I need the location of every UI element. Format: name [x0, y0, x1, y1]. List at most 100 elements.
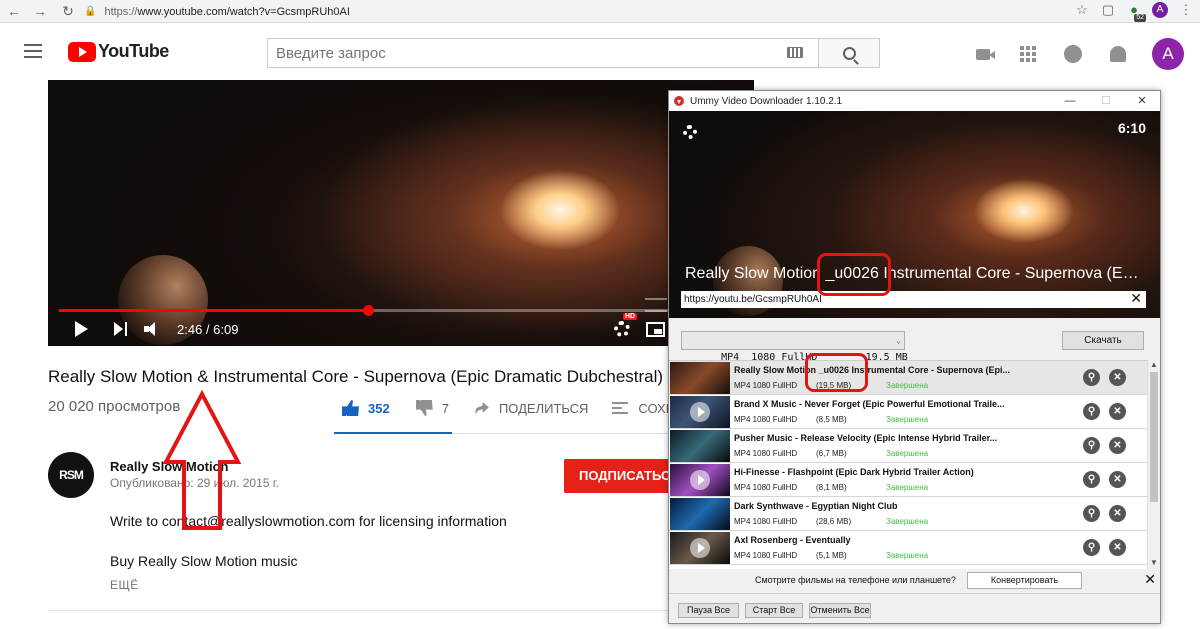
item-size: (8,1 MB)	[816, 483, 847, 492]
remove-item-button[interactable]: ✕	[1109, 369, 1126, 386]
promo-text: Смотрите фильмы на телефоне или планшете…	[755, 575, 956, 585]
scroll-down-icon[interactable]: ▼	[1150, 558, 1158, 567]
remove-item-button[interactable]: ✕	[1109, 505, 1126, 522]
browser-profile-avatar[interactable]: A	[1152, 2, 1168, 18]
forward-icon[interactable]: →	[30, 1, 50, 21]
share-button[interactable]: ПОДЕЛИТЬСЯ	[474, 401, 588, 416]
apps-button[interactable]	[1017, 43, 1039, 65]
search-icon	[842, 46, 856, 60]
list-scrollbar[interactable]: ▲ ▼	[1147, 360, 1160, 569]
close-promo-icon[interactable]: ✕	[1144, 571, 1156, 588]
menu-dots-icon[interactable]: ⋮	[1178, 2, 1194, 18]
video-player[interactable]: 2:46 / 6:09 HD	[48, 80, 754, 346]
play-button[interactable]	[75, 320, 88, 338]
search-input[interactable]	[267, 38, 818, 68]
shield-extension-icon[interactable]: ● 52	[1126, 2, 1146, 22]
hamburger-menu-icon[interactable]	[24, 44, 42, 58]
scrollbar-thumb[interactable]	[1150, 372, 1158, 502]
lock-icon: 🔒	[84, 6, 97, 17]
open-folder-button[interactable]: ⚲	[1083, 471, 1100, 488]
item-status: Завершена	[886, 381, 929, 390]
keyboard-icon[interactable]	[787, 47, 803, 58]
messages-button[interactable]	[1062, 43, 1084, 65]
playlist-add-icon	[612, 402, 629, 414]
like-button[interactable]: 352	[342, 400, 390, 416]
download-item[interactable]: Really Slow Motion _u0026 Instrumental C…	[669, 361, 1147, 395]
progress-bar[interactable]	[59, 305, 745, 316]
dislike-button[interactable]: 7	[415, 400, 449, 416]
ummy-window-title: Ummy Video Downloader 1.10.2.1	[690, 95, 843, 107]
url-scheme: https://	[104, 5, 138, 18]
item-thumbnail	[670, 498, 730, 530]
remove-item-button[interactable]: ✕	[1109, 403, 1126, 420]
download-item[interactable]: Hi-Finesse - Flashpoint (Epic Dark Hybri…	[669, 463, 1147, 497]
subscribe-button[interactable]: ПОДПИСАТЬСЯ	[564, 459, 676, 493]
ummy-url-field[interactable]: https://youtu.be/GcsmpRUh0AI ✕	[681, 290, 1146, 308]
open-folder-button[interactable]: ⚲	[1083, 403, 1100, 420]
ummy-title-bar: Ummy Video Downloader 1.10.2.1 — ☐ ✕	[669, 91, 1160, 111]
item-title: Hi-Finesse - Flashpoint (Epic Dark Hybri…	[734, 467, 974, 477]
search-button[interactable]	[818, 38, 880, 68]
settings-button[interactable]: HD	[614, 313, 638, 338]
close-window-button[interactable]: ✕	[1124, 91, 1160, 111]
format-select[interactable]: MP4 1080 FullHD 19,5 MB ⌄	[681, 331, 908, 363]
create-video-button[interactable]	[972, 43, 995, 65]
bookmark-star-icon[interactable]: ☆	[1074, 2, 1090, 18]
ummy-downloader-window: Ummy Video Downloader 1.10.2.1 — ☐ ✕ 6:1…	[668, 90, 1161, 624]
account-avatar[interactable]: A	[1152, 38, 1184, 70]
ummy-settings-gear-icon[interactable]	[683, 125, 697, 139]
annotation-highlight-title	[817, 253, 891, 296]
remove-item-button[interactable]: ✕	[1109, 539, 1126, 556]
divider	[48, 610, 670, 611]
download-item[interactable]: Dark Synthwave - Egyptian Night Club MP4…	[669, 497, 1147, 531]
scroll-up-icon[interactable]: ▲	[1150, 360, 1158, 369]
next-button[interactable]	[114, 320, 127, 338]
share-icon	[474, 402, 489, 414]
video-camera-icon	[976, 48, 995, 60]
dislike-count: 7	[441, 400, 449, 416]
reload-icon[interactable]: ↻	[58, 1, 78, 21]
item-title: Dark Synthwave - Egyptian Night Club	[734, 501, 898, 511]
open-folder-button[interactable]: ⚲	[1083, 437, 1100, 454]
thumbs-down-icon	[415, 400, 433, 416]
item-format: MP4 1080 FullHD	[734, 449, 798, 458]
item-meta: MP4 1080 FullHD (6,7 MB) Завершена	[734, 449, 928, 458]
item-title: Really Slow Motion _u0026 Instrumental C…	[734, 365, 1011, 375]
download-item[interactable]: Axl Rosenberg - Eventually MP4 1080 Full…	[669, 531, 1147, 565]
item-size: (8,5 MB)	[816, 415, 847, 424]
chevron-down-icon: ⌄	[896, 336, 901, 345]
address-bar[interactable]: 🔒 https:// www.youtube.com/watch?v=Gcsmp…	[84, 2, 1084, 21]
minimize-button[interactable]: —	[1052, 91, 1088, 111]
open-folder-button[interactable]: ⚲	[1083, 505, 1100, 522]
back-icon[interactable]: ←	[4, 1, 24, 21]
download-button[interactable]: Скачать	[1062, 331, 1144, 350]
item-thumbnail	[670, 464, 730, 496]
search-bar	[267, 38, 880, 68]
browser-toolbar: ← → ↻ 🔒 https:// www.youtube.com/watch?v…	[0, 0, 1200, 23]
item-meta: MP4 1080 FullHD (28,6 MB) Завершена	[734, 517, 928, 526]
mute-button[interactable]	[144, 320, 160, 338]
notifications-button[interactable]	[1107, 43, 1129, 65]
start-all-button[interactable]: Старт Все	[745, 603, 803, 618]
download-item[interactable]: Pusher Music - Release Velocity (Epic In…	[669, 429, 1147, 463]
cancel-all-button[interactable]: Отменить Все	[809, 603, 871, 618]
convert-button[interactable]: Конвертировать	[967, 572, 1082, 589]
apps-grid-icon	[1020, 46, 1036, 62]
open-folder-button[interactable]: ⚲	[1083, 539, 1100, 556]
channel-avatar[interactable]: RSM	[48, 452, 94, 498]
bell-icon	[1110, 46, 1126, 62]
open-folder-button[interactable]: ⚲	[1083, 369, 1100, 386]
remove-item-button[interactable]: ✕	[1109, 471, 1126, 488]
miniplayer-button[interactable]	[646, 320, 665, 338]
pause-all-button[interactable]: Пауза Все	[678, 603, 739, 618]
extension-icon[interactable]: ▢	[1100, 2, 1116, 18]
show-more-button[interactable]: ЕЩЁ	[110, 578, 139, 592]
item-format: MP4 1080 FullHD	[734, 415, 798, 424]
youtube-logo[interactable]: YouTube	[68, 41, 169, 62]
item-meta: MP4 1080 FullHD (8,5 MB) Завершена	[734, 415, 928, 424]
download-item[interactable]: Brand X Music - Never Forget (Epic Power…	[669, 395, 1147, 429]
ummy-logo-icon	[674, 96, 684, 106]
clear-url-icon[interactable]: ✕	[1130, 290, 1142, 307]
remove-item-button[interactable]: ✕	[1109, 437, 1126, 454]
progress-scrubber[interactable]	[362, 305, 374, 316]
